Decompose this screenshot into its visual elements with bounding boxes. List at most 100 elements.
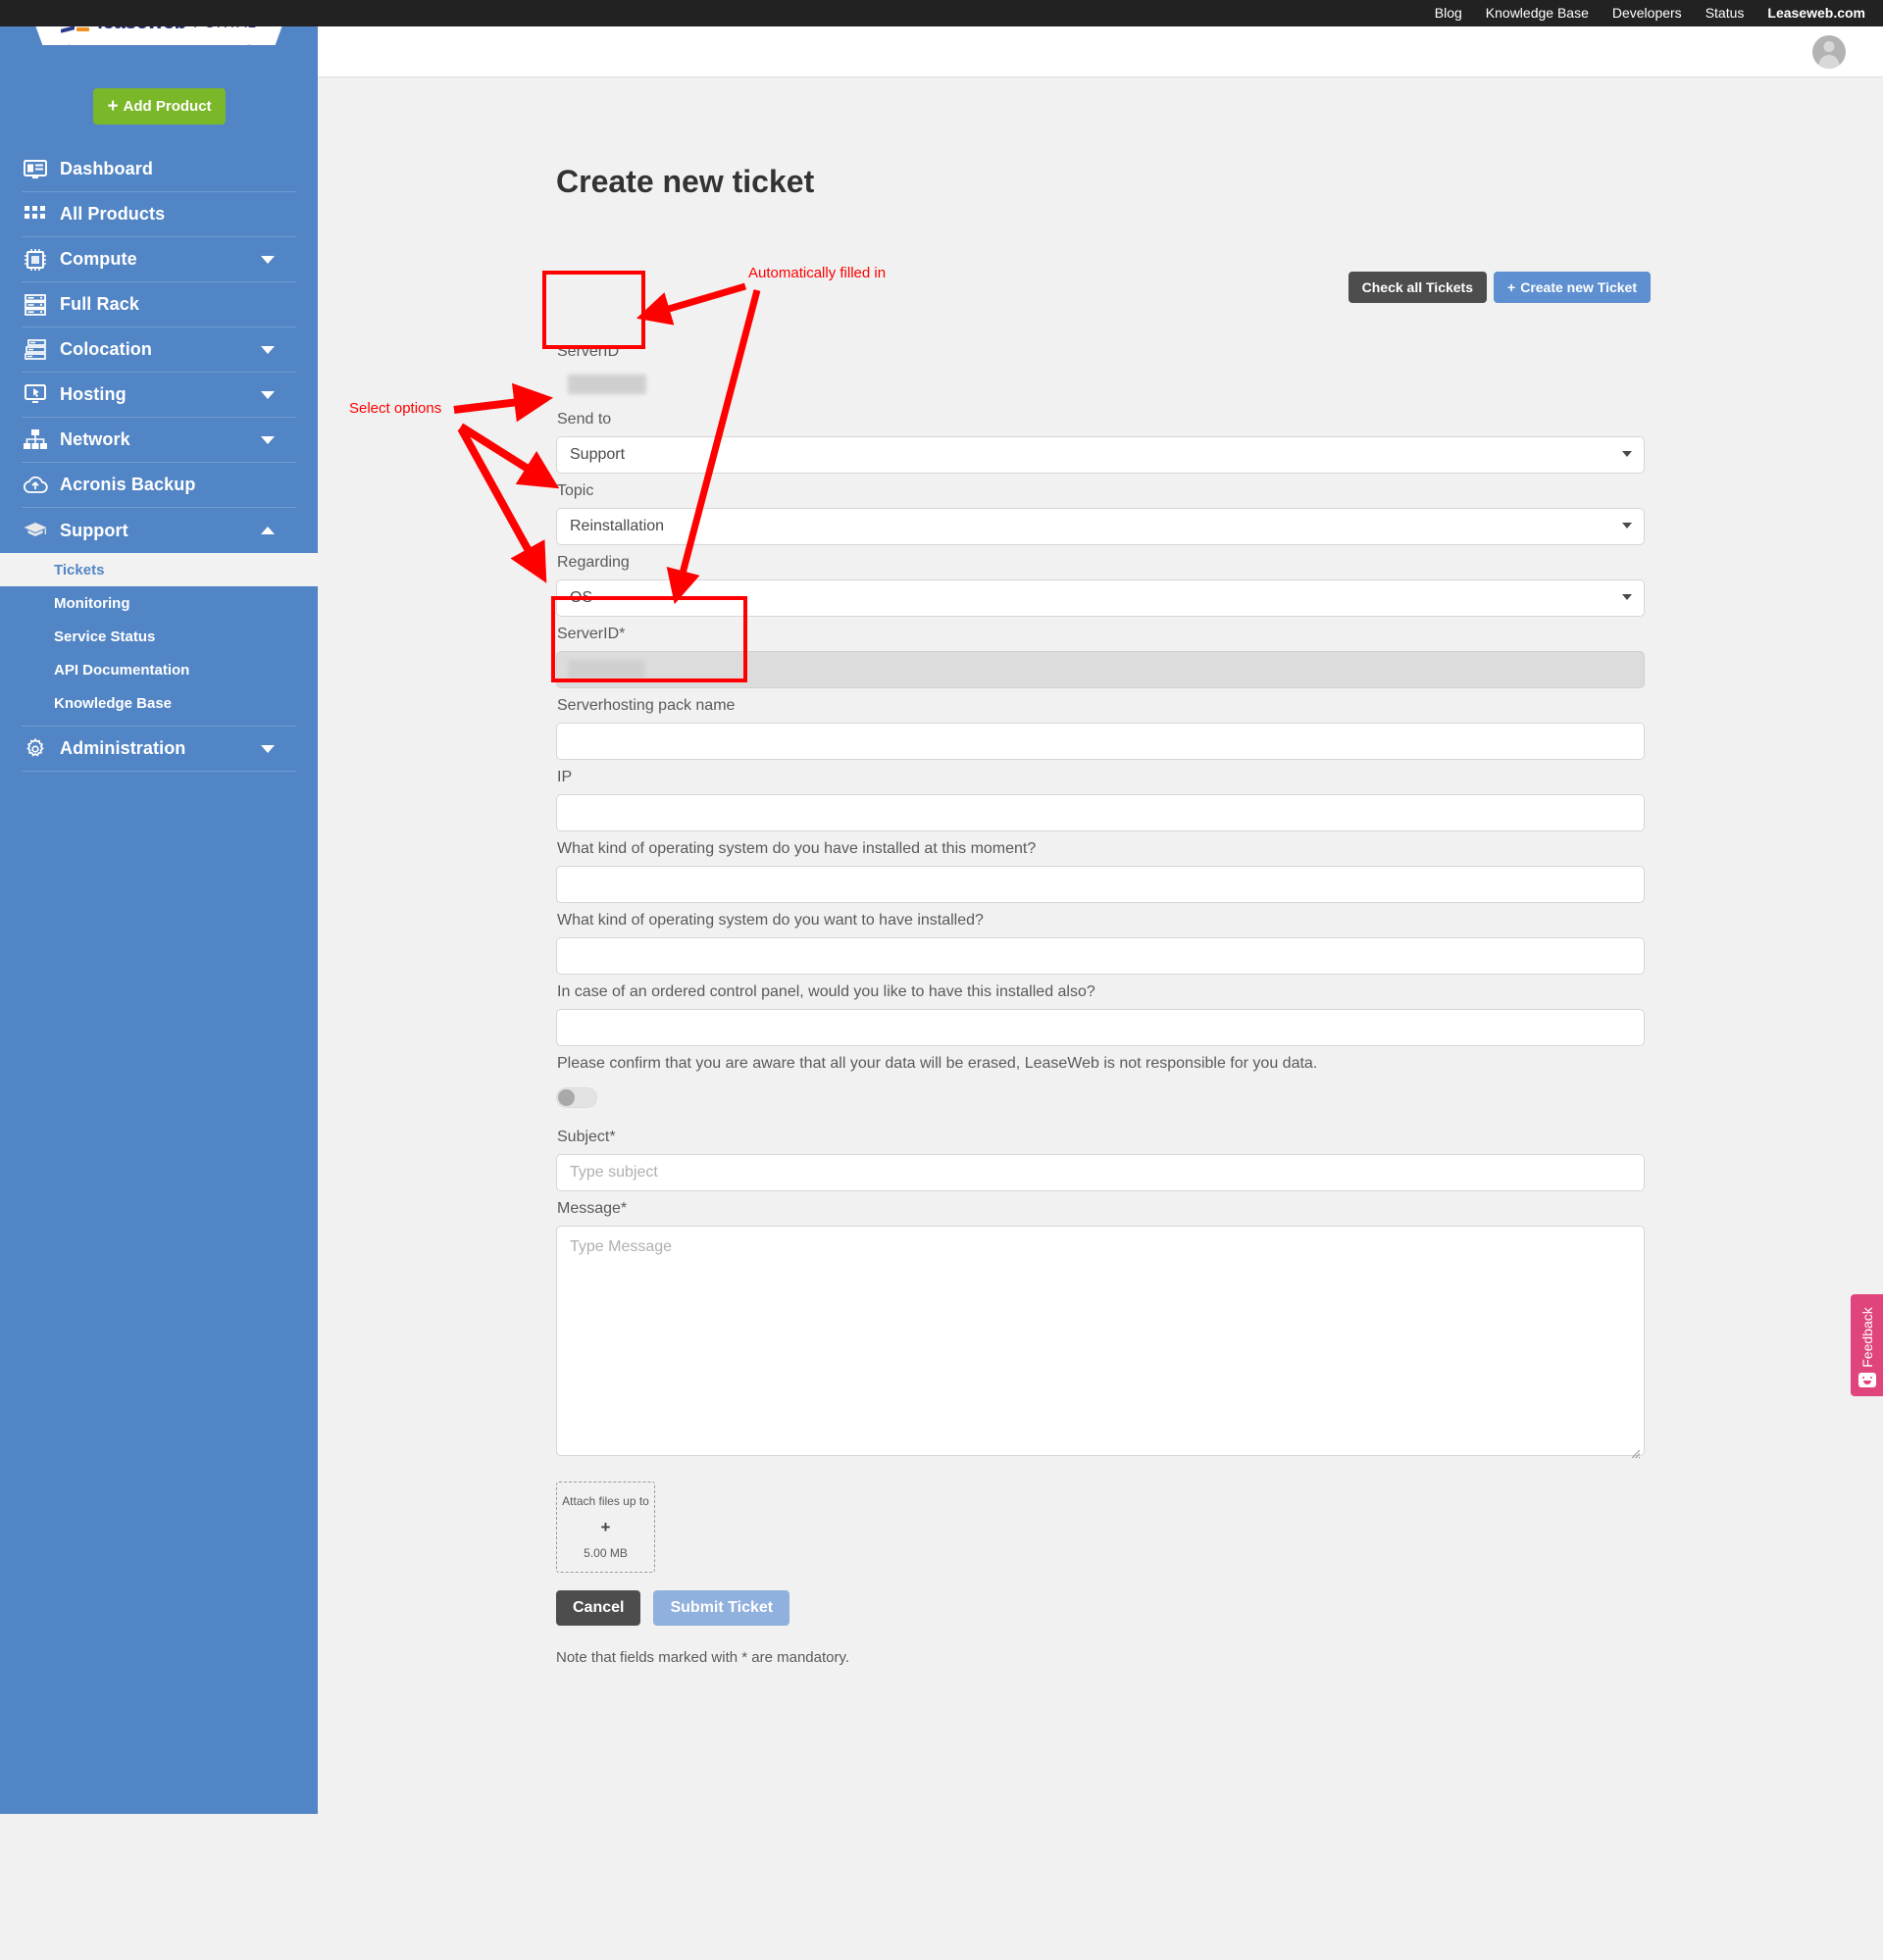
sidebar-item-all-products[interactable]: All Products <box>22 192 296 237</box>
sidebar-item-label: Acronis Backup <box>60 475 196 494</box>
top-link-developers[interactable]: Developers <box>1612 0 1682 26</box>
os-current-input[interactable] <box>556 866 1645 903</box>
feedback-tab[interactable]: Feedback <box>1851 1294 1883 1396</box>
field-label: What kind of operating system do you hav… <box>557 840 1037 857</box>
serverid-display-value <box>556 369 1645 402</box>
sidebar-item-colocation[interactable]: Colocation <box>22 327 296 373</box>
chevron-down-icon[interactable] <box>261 390 275 399</box>
field-topic: Topic <box>556 474 1645 545</box>
field-label: Serverhosting pack name <box>557 697 736 714</box>
field-message: Message* <box>556 1191 1645 1461</box>
top-link-knowledge-base[interactable]: Knowledge Base <box>1486 0 1589 26</box>
rack-icon <box>22 293 49 317</box>
top-link-blog[interactable]: Blog <box>1435 0 1462 26</box>
field-serverid-required: ServerID* <box>556 617 1645 688</box>
monitor-icon <box>22 383 49 407</box>
header-actions: Check all Tickets + Create new Ticket <box>1348 272 1651 303</box>
sidebar-item-service-status[interactable]: Service Status <box>0 620 318 653</box>
sidebar-item-label: Colocation <box>60 339 152 359</box>
field-pack-name: Serverhosting pack name <box>556 688 1645 760</box>
avatar-body <box>1818 55 1840 69</box>
attach-files-dropzone[interactable]: Attach files up to + 5.00 MB <box>556 1482 655 1573</box>
topic-select[interactable] <box>556 508 1645 545</box>
sidebar-item-label: Support <box>60 520 128 540</box>
sidebar-nav: Dashboard All Products Compute Full Rack <box>0 147 318 772</box>
field-regarding: Regarding <box>556 545 1645 617</box>
toggle-knob <box>558 1089 575 1106</box>
os-wanted-input[interactable] <box>556 937 1645 975</box>
sidebar-item-compute[interactable]: Compute <box>22 237 296 282</box>
regarding-select[interactable] <box>556 579 1645 617</box>
field-label: ServerID <box>557 343 620 360</box>
field-label: ServerID* <box>557 626 626 642</box>
check-all-tickets-button[interactable]: Check all Tickets <box>1348 272 1488 303</box>
sidebar-subitem-label: Service Status <box>54 628 156 645</box>
add-product-button[interactable]: + Add Product <box>93 88 226 125</box>
top-link-leaseweb-com[interactable]: Leaseweb.com <box>1767 0 1865 26</box>
add-product-label: Add Product <box>123 98 212 115</box>
sidebar-item-dashboard[interactable]: Dashboard <box>22 147 296 192</box>
sidebar-subitem-label: Knowledge Base <box>54 694 173 712</box>
chevron-down-icon[interactable] <box>261 744 275 753</box>
network-icon <box>22 428 49 452</box>
sidebar-item-acronis-backup[interactable]: Acronis Backup <box>22 463 296 508</box>
avatar[interactable] <box>1812 35 1846 69</box>
chevron-up-icon[interactable] <box>261 527 275 534</box>
sidebar-item-label: Full Rack <box>60 294 139 314</box>
gear-icon <box>22 737 49 761</box>
ip-input[interactable] <box>556 794 1645 831</box>
field-label: Regarding <box>557 554 630 571</box>
sidebar-item-monitoring[interactable]: Monitoring <box>0 586 318 620</box>
send-to-select[interactable] <box>556 436 1645 474</box>
field-control-panel: In case of an ordered control panel, wou… <box>556 975 1645 1046</box>
servers-icon <box>22 338 49 362</box>
sidebar-item-label: Hosting <box>60 384 127 404</box>
sidebar-item-administration[interactable]: Administration <box>22 727 296 772</box>
control-panel-input[interactable] <box>556 1009 1645 1046</box>
cpu-icon <box>22 248 49 272</box>
field-label: Message* <box>557 1200 628 1217</box>
redacted-value <box>568 660 644 678</box>
graduation-cap-icon <box>22 519 49 542</box>
message-textarea[interactable] <box>556 1226 1645 1456</box>
confirm-erase-toggle[interactable] <box>556 1087 597 1108</box>
field-ip: IP <box>556 760 1645 831</box>
sidebar-item-network[interactable]: Network <box>22 418 296 463</box>
field-os-wanted: What kind of operating system do you wan… <box>556 903 1645 975</box>
sidebar-item-knowledge-base[interactable]: Knowledge Base <box>0 686 318 720</box>
page-title: Create new ticket <box>556 164 815 200</box>
main-content: Create new ticket Check all Tickets + Cr… <box>318 77 1883 1960</box>
cancel-button[interactable]: Cancel <box>556 1590 641 1626</box>
plus-icon: + <box>600 1518 611 1536</box>
sidebar-item-support[interactable]: Support <box>22 508 296 553</box>
field-subject: Subject* <box>556 1120 1645 1191</box>
sidebar-item-full-rack[interactable]: Full Rack <box>22 282 296 327</box>
support-submenu: Tickets Monitoring Service Status API Do… <box>0 553 318 727</box>
field-send-to: Send to <box>556 402 1645 474</box>
pack-name-input[interactable] <box>556 723 1645 760</box>
serverid-required-input[interactable] <box>556 651 1645 688</box>
feedback-label: Feedback <box>1858 1307 1875 1368</box>
sidebar-item-hosting[interactable]: Hosting <box>22 373 296 418</box>
top-utility-bar: Blog Knowledge Base Developers Status Le… <box>0 0 1883 26</box>
attach-label: Attach files up to <box>562 1494 649 1508</box>
field-label: Topic <box>557 482 594 499</box>
field-label: In case of an ordered control panel, wou… <box>557 983 1095 1000</box>
create-new-ticket-label: Create new Ticket <box>1520 279 1637 295</box>
field-os-current: What kind of operating system do you hav… <box>556 831 1645 903</box>
sidebar-item-tickets[interactable]: Tickets <box>0 553 318 586</box>
chevron-down-icon[interactable] <box>261 255 275 264</box>
top-link-status[interactable]: Status <box>1705 0 1745 26</box>
submit-ticket-button[interactable]: Submit Ticket <box>653 1590 790 1626</box>
subject-input[interactable] <box>556 1154 1645 1191</box>
sidebar-item-label: Dashboard <box>60 159 153 178</box>
sidebar-item-api-documentation[interactable]: API Documentation <box>0 653 318 686</box>
chevron-down-icon[interactable] <box>261 345 275 354</box>
field-serverid-display: ServerID <box>556 334 1645 402</box>
create-new-ticket-button[interactable]: + Create new Ticket <box>1494 272 1651 303</box>
form-actions: Cancel Submit Ticket <box>556 1590 1645 1626</box>
attach-size-limit: 5.00 MB <box>584 1546 628 1560</box>
chevron-down-icon[interactable] <box>261 435 275 444</box>
sidebar-subitem-label: Monitoring <box>54 594 130 612</box>
field-label: What kind of operating system do you wan… <box>557 912 984 929</box>
